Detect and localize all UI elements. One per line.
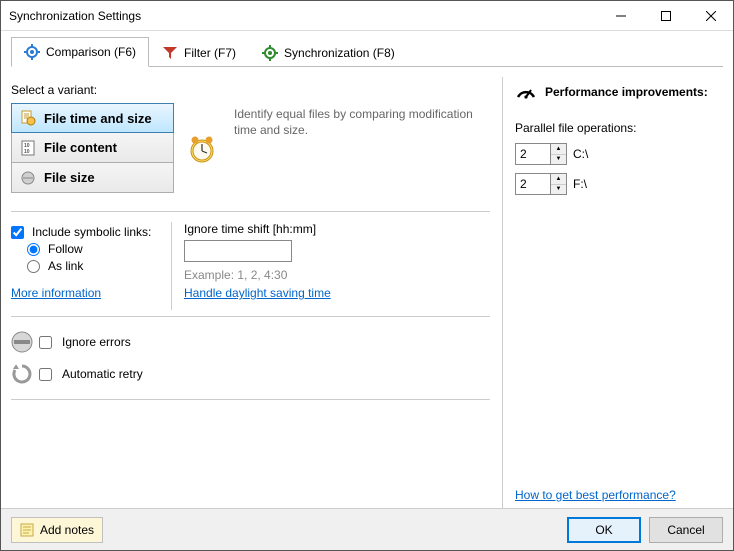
add-notes-button[interactable]: Add notes xyxy=(11,517,103,543)
variant-label: File time and size xyxy=(44,111,152,126)
sync-gear-icon xyxy=(262,45,278,61)
funnel-icon xyxy=(162,45,178,61)
ignore-errors-label: Ignore errors xyxy=(62,335,131,349)
auto-retry-label: Automatic retry xyxy=(62,367,143,381)
include-symlinks-checkbox[interactable] xyxy=(11,226,24,239)
file-size-icon xyxy=(20,170,36,186)
add-notes-label: Add notes xyxy=(40,523,94,537)
window-title: Synchronization Settings xyxy=(9,9,598,23)
retry-icon xyxy=(11,363,33,385)
notes-icon xyxy=(20,523,34,537)
more-information-link[interactable]: More information xyxy=(11,286,101,300)
parallel-row-0: ▲ ▼ C:\ xyxy=(515,143,723,165)
tab-label: Comparison (F6) xyxy=(46,45,136,59)
error-options: Ignore errors Automatic retry xyxy=(11,327,490,393)
spin-down-0[interactable]: ▼ xyxy=(551,155,566,165)
drive-label-0: C:\ xyxy=(573,147,588,161)
spin-up-0[interactable]: ▲ xyxy=(551,144,566,155)
variant-label: File size xyxy=(44,170,95,185)
example-text: Example: 1, 2, 4:30 xyxy=(184,268,478,282)
cancel-button[interactable]: Cancel xyxy=(649,517,723,543)
svg-text:10: 10 xyxy=(24,149,30,155)
select-variant-label: Select a variant: xyxy=(11,83,490,97)
tab-label: Filter (F7) xyxy=(184,46,236,60)
variant-size[interactable]: File size xyxy=(11,163,174,193)
best-perf-link[interactable]: How to get best performance? xyxy=(515,488,676,502)
follow-label: Follow xyxy=(48,242,83,256)
spin-down-1[interactable]: ▼ xyxy=(551,185,566,195)
settings-window: Synchronization Settings Comparison (F6)… xyxy=(0,0,734,551)
ok-button[interactable]: OK xyxy=(567,517,641,543)
ignore-errors-checkbox[interactable] xyxy=(39,336,52,349)
ignore-errors-icon xyxy=(11,331,33,353)
tab-sync[interactable]: Synchronization (F8) xyxy=(249,38,408,67)
ignore-shift-label: Ignore time shift [hh:mm] xyxy=(184,222,478,236)
variant-time-size[interactable]: File time and size xyxy=(11,103,174,133)
tab-filter[interactable]: Filter (F7) xyxy=(149,38,249,67)
bottom-bar: Add notes OK Cancel xyxy=(1,508,733,550)
drive-label-1: F:\ xyxy=(573,177,587,191)
close-button[interactable] xyxy=(688,1,733,30)
titlebar: Synchronization Settings xyxy=(1,1,733,31)
auto-retry-checkbox[interactable] xyxy=(39,368,52,381)
perf-title: Performance improvements: xyxy=(545,85,708,99)
right-panel: Performance improvements: Parallel file … xyxy=(503,77,723,508)
clock-icon xyxy=(188,134,220,166)
aslink-label: As link xyxy=(48,259,83,273)
tab-comparison[interactable]: Comparison (F6) xyxy=(11,37,149,67)
aslink-radio[interactable] xyxy=(27,260,40,273)
follow-radio[interactable] xyxy=(27,243,40,256)
spin-up-1[interactable]: ▲ xyxy=(551,174,566,185)
variant-row: File time and size 1010 File content Fil… xyxy=(11,103,490,193)
options-grid: Include symbolic links: Follow As link M… xyxy=(11,222,490,310)
minimize-button[interactable] xyxy=(598,1,643,30)
parallel-row-1: ▲ ▼ F:\ xyxy=(515,173,723,195)
variant-content[interactable]: 1010 File content xyxy=(11,133,174,163)
file-content-icon: 1010 xyxy=(20,140,36,156)
dst-link[interactable]: Handle daylight saving time xyxy=(184,286,331,300)
include-symlinks-label: Include symbolic links: xyxy=(32,225,151,239)
variant-description: Identify equal files by comparing modifi… xyxy=(234,103,490,138)
variant-label: File content xyxy=(44,140,117,155)
parallel-label: Parallel file operations: xyxy=(515,121,723,135)
file-time-icon xyxy=(20,110,36,126)
body: Select a variant: File time and size 101… xyxy=(1,67,733,508)
left-panel: Select a variant: File time and size 101… xyxy=(11,77,503,508)
tab-label: Synchronization (F8) xyxy=(284,46,395,60)
gear-icon xyxy=(24,44,40,60)
parallel-value-0[interactable] xyxy=(515,143,551,165)
ignore-shift-input[interactable] xyxy=(184,240,292,262)
gauge-icon xyxy=(515,81,537,103)
maximize-button[interactable] xyxy=(643,1,688,30)
tab-strip: Comparison (F6) Filter (F7) Synchronizat… xyxy=(1,31,733,67)
parallel-value-1[interactable] xyxy=(515,173,551,195)
variant-buttons: File time and size 1010 File content Fil… xyxy=(11,103,174,193)
